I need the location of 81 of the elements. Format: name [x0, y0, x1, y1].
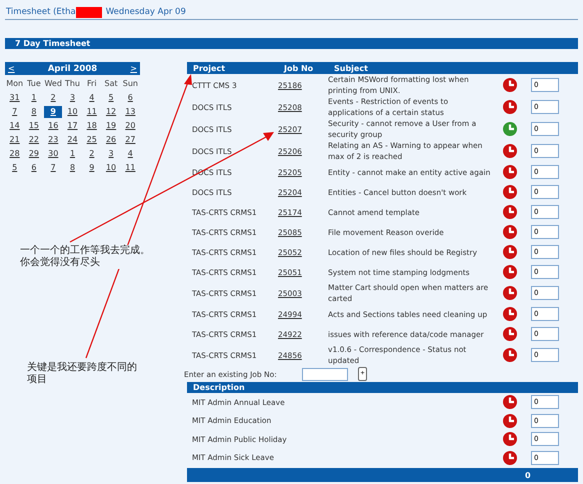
calendar-day[interactable]: 31 — [8, 92, 21, 104]
calendar-day[interactable]: 4 — [124, 148, 136, 160]
calendar-day[interactable]: 11 — [86, 106, 98, 118]
previous-month-link[interactable]: < — [8, 64, 15, 73]
column-header: Description — [192, 383, 246, 392]
page-date: Wednesday Apr 09 — [106, 7, 186, 17]
column-header: Job No — [282, 64, 314, 72]
calendar-day[interactable]: 16 — [47, 120, 60, 132]
calendar-day[interactable]: 11 — [124, 162, 136, 174]
page-title: Timesheet (Etha — [6, 7, 76, 17]
calendar-day[interactable]: 9 — [86, 162, 98, 174]
clock-icon[interactable] — [503, 327, 517, 341]
calendar-day[interactable]: 25 — [86, 134, 98, 146]
clock-icon[interactable] — [503, 185, 517, 199]
column-header: Subject — [333, 64, 369, 72]
calendar-day[interactable]: 10 — [105, 162, 118, 174]
calendar-day[interactable]: 1 — [66, 148, 78, 160]
calendar-day[interactable]: 2 — [86, 148, 98, 160]
job-number-field[interactable] — [302, 368, 348, 380]
calendar-day[interactable]: 14 — [8, 120, 21, 132]
clock-icon[interactable] — [503, 122, 517, 136]
calendar-day[interactable]: 23 — [47, 134, 60, 146]
weekday-label: Sun — [122, 78, 139, 90]
calendar-day[interactable]: 7 — [47, 162, 60, 174]
weekday-label: Mon — [5, 78, 24, 90]
clock-icon[interactable] — [503, 348, 517, 362]
calendar-day[interactable]: 7 — [8, 106, 21, 118]
calendar-day[interactable]: 5 — [8, 162, 21, 174]
clock-icon[interactable] — [503, 205, 517, 219]
section-header: 7 Day Timesheet — [5, 38, 578, 49]
calendar-day[interactable]: 10 — [66, 106, 78, 118]
clock-icon[interactable] — [503, 414, 517, 428]
calendar-day[interactable]: 21 — [8, 134, 21, 146]
redaction-mark — [76, 6, 102, 18]
calendar-day[interactable]: 18 — [86, 120, 98, 132]
clock-icon[interactable] — [503, 307, 517, 321]
clock-icon[interactable] — [503, 245, 517, 259]
calendar-day[interactable]: 20 — [124, 120, 136, 132]
weekday-label: Sat — [104, 78, 119, 90]
column-header: Project — [192, 64, 226, 72]
calendar-day[interactable]: 30 — [47, 148, 60, 160]
calendar-day[interactable]: 5 — [105, 92, 118, 104]
calendar-day[interactable]: 4 — [86, 92, 98, 104]
calendar-day[interactable]: 8 — [66, 162, 78, 174]
clock-icon[interactable] — [503, 265, 517, 279]
calendar-day[interactable]: 3 — [105, 148, 118, 160]
calendar-day[interactable]: 15 — [28, 120, 40, 132]
calendar-day[interactable]: 12 — [105, 106, 118, 118]
calendar-day[interactable]: 22 — [28, 134, 40, 146]
clock-icon[interactable] — [503, 225, 517, 239]
clock-icon[interactable] — [503, 286, 517, 300]
next-month-link[interactable]: > — [130, 64, 137, 73]
clock-icon[interactable] — [503, 395, 517, 410]
calendar-day[interactable]: 27 — [124, 134, 136, 146]
calendar-day[interactable]: 26 — [105, 134, 118, 146]
clock-icon[interactable] — [503, 432, 517, 446]
weekday-label: Wed — [44, 78, 63, 90]
clock-icon[interactable] — [503, 78, 517, 92]
calendar-day[interactable]: 24 — [66, 134, 78, 146]
weekday-label: Tue — [26, 78, 42, 90]
weekday-label: Thu — [64, 78, 81, 90]
calendar-day[interactable]: 13 — [124, 106, 136, 118]
annotation-note: 关键是我还要跨度不同的项目 — [27, 362, 139, 386]
calendar-day[interactable]: 29 — [28, 148, 40, 160]
calendar-day[interactable]: 6 — [28, 162, 40, 174]
calendar-day[interactable]: 17 — [66, 120, 78, 132]
calendar-day[interactable]: 28 — [8, 148, 21, 160]
total-hours: 0 — [525, 470, 531, 480]
calendar-day[interactable]: 3 — [66, 92, 78, 104]
month-title: April 2008 — [48, 64, 98, 74]
calendar-day[interactable]: 6 — [124, 92, 136, 104]
calendar-day[interactable]: 9 — [44, 106, 62, 118]
weekday-label: Fri — [86, 78, 98, 90]
clock-icon[interactable] — [503, 450, 517, 465]
calendar-day[interactable]: 19 — [105, 120, 118, 132]
clock-icon[interactable] — [503, 100, 517, 114]
clock-icon[interactable] — [503, 144, 517, 158]
calendar-day[interactable]: 8 — [28, 106, 40, 118]
clock-icon[interactable] — [503, 165, 517, 179]
calendar-day[interactable]: 2 — [47, 92, 60, 104]
calendar-day[interactable]: 1 — [28, 92, 40, 104]
